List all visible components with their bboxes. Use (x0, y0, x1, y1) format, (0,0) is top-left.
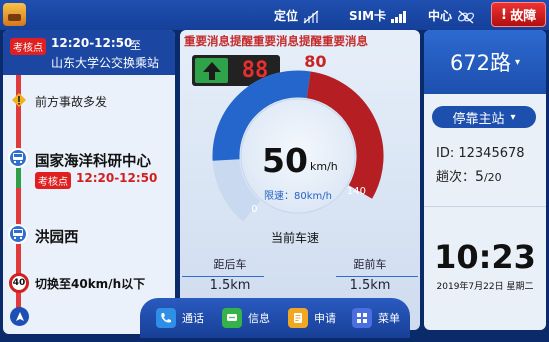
message-button[interactable]: 信息 (222, 308, 270, 328)
stop-status-label: 停靠主站 (452, 111, 505, 127)
route-number: 672路 (449, 51, 512, 75)
route-panel: 考核点 12:20-12:50 至 山东大学公交换乘站 前方事故多发 国家海洋科… (3, 30, 175, 334)
station-name: 国家海洋科研中心 (35, 154, 151, 170)
accident-notice: 前方事故多发 (35, 95, 108, 109)
navigation-arrow-icon[interactable] (10, 307, 29, 326)
vehicle-id: ID: 12345678 (436, 146, 525, 161)
clock-date: 2019年7月22日 星期二 (436, 282, 534, 292)
trip-count-current: 5 (475, 169, 484, 185)
apply-button[interactable]: 申请 (288, 308, 336, 328)
speed-unit: km/h (310, 160, 338, 173)
bus-stop-icon (8, 148, 28, 168)
center-status: 中心 (428, 7, 476, 24)
speed-switch-notice: 切换至40km/h以下 (35, 277, 146, 291)
trip-count-label: 趟次： (436, 170, 476, 185)
rear-distance: 距后车 1.5km (180, 256, 280, 293)
limit-mark-label: 80 (304, 52, 326, 71)
stop-status-dropdown[interactable]: 停靠主站 ▾ (432, 106, 536, 128)
rear-distance-label: 距后车 (213, 258, 247, 271)
call-label: 通话 (182, 312, 204, 325)
info-panel: 672路 ▾ 停靠主站 ▾ ID: 12345678 趟次：5/20 10:23… (424, 30, 546, 330)
sim-status: SIM卡 (349, 7, 408, 24)
signal-bars-icon (391, 10, 407, 23)
current-speed-label: 当前车速 (271, 231, 320, 245)
grid-menu-icon (352, 308, 372, 328)
checkpoint-to: 至 (130, 39, 141, 52)
gauge-max-label: 140 (347, 186, 366, 197)
no-location-signal-icon (303, 10, 319, 23)
trip-count: 趟次：5/20 (436, 166, 502, 185)
menu-label: 菜单 (378, 312, 400, 325)
disconnected-link-icon (458, 10, 475, 23)
status-bar: 定位 SIM卡 中心 ! 故障 (0, 0, 549, 30)
speed-limit-sign-icon: 40 (9, 273, 29, 293)
station-name: 洪园西 (35, 230, 79, 246)
phone-icon (156, 308, 176, 328)
location-label: 定位 (274, 9, 299, 23)
gauge-min-label: 0 (251, 204, 257, 215)
front-distance: 距前车 1.5km (320, 256, 420, 293)
fault-button[interactable]: ! 故障 (491, 2, 546, 27)
message-label: 信息 (248, 312, 270, 325)
station-checkpoint-time: 12:20-12:50 (76, 171, 158, 185)
trip-count-total: /20 (483, 171, 502, 184)
location-status: 定位 (274, 7, 320, 24)
checkpoint-station: 山东大学公交换乘站 (51, 56, 160, 70)
front-distance-label: 距前车 (353, 258, 387, 271)
call-button[interactable]: 通话 (156, 308, 204, 328)
center-label: 中心 (428, 9, 453, 23)
bus-stop-icon (8, 224, 28, 244)
message-icon (222, 308, 242, 328)
sim-label: SIM卡 (349, 9, 387, 23)
chevron-down-icon: ▾ (515, 56, 521, 68)
warning-icon (12, 93, 26, 107)
rear-distance-value: 1.5km (209, 278, 251, 293)
apply-label: 申请 (314, 312, 336, 325)
front-distance-value: 1.5km (349, 278, 391, 293)
divider (424, 206, 546, 207)
speed-limit-value: 40 (12, 278, 26, 288)
chevron-down-icon: ▾ (510, 111, 516, 123)
fault-label: 故障 (510, 9, 537, 24)
clock-time: 10:23 (434, 238, 536, 276)
bottom-dock: 通话 信息 申请 菜单 (140, 298, 410, 338)
app-logo-icon (3, 3, 26, 26)
checkpoint-tag: 考核点 (10, 38, 46, 55)
speed-panel: 重要消息提醒重要消息提醒重要消息 88 0 140 80 50 km/h 限速：… (180, 30, 420, 330)
menu-button[interactable]: 菜单 (352, 308, 400, 328)
form-icon (288, 308, 308, 328)
current-speed: 50 (262, 141, 308, 180)
speed-limit-text: 限速：80km/h (264, 191, 332, 202)
station-checkpoint-tag: 考核点 (35, 172, 71, 189)
route-selector[interactable]: 672路 ▾ (424, 30, 546, 94)
alert-icon: ! (500, 6, 508, 23)
checkpoint-time: 12:20-12:50 (51, 36, 133, 50)
next-checkpoint-header: 考核点 12:20-12:50 至 山东大学公交换乘站 (3, 30, 175, 75)
